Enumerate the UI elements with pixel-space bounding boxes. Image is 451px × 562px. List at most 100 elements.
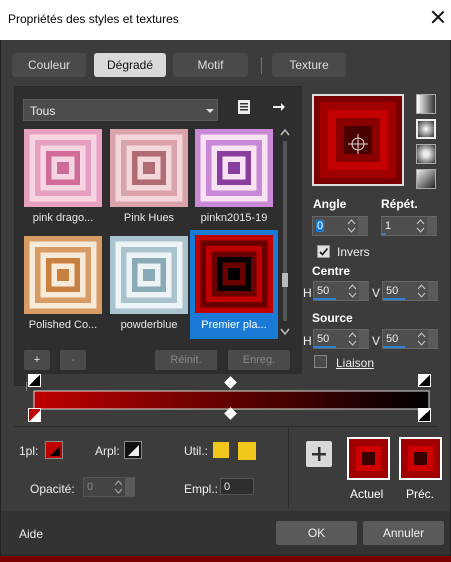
chevron-down-icon[interactable] — [125, 478, 135, 496]
gradient-preview — [24, 236, 102, 314]
gradient-item-pinkn2015[interactable]: pinkn2015-19 — [194, 127, 274, 230]
color-stop-right[interactable] — [418, 408, 431, 422]
repeat-label: Répét. — [381, 197, 418, 211]
repeat-level-bar — [382, 233, 386, 235]
gradient-item-premier-plan[interactable]: Premier pla... — [190, 230, 278, 339]
help-link[interactable]: Aide — [19, 527, 43, 541]
bg-stop-swatch[interactable] — [124, 441, 142, 459]
cancel-button[interactable]: Annuler — [363, 521, 444, 545]
repeat-spinner-icon[interactable] — [416, 218, 425, 234]
location-label: Empl.: — [184, 482, 219, 496]
link-label: Liaison — [336, 356, 375, 370]
radial-style-icon[interactable] — [416, 144, 436, 164]
save-gradient-button[interactable]: Enreg. — [228, 350, 290, 370]
source-v-label: V — [372, 334, 381, 348]
linear-style-icon[interactable] — [416, 94, 436, 114]
reset-button[interactable]: Réinit. — [155, 350, 217, 370]
source-v-field[interactable]: 50 — [382, 329, 438, 349]
tab-degrade[interactable]: Dégradé — [94, 53, 166, 77]
repeat-field[interactable]: 1 — [381, 216, 437, 236]
gradient-item-pink-hues[interactable]: Pink Hues — [109, 127, 189, 230]
remove-gradient-button[interactable]: - — [60, 350, 86, 370]
source-h-label: H — [303, 334, 312, 348]
category-dropdown[interactable]: Tous — [23, 99, 218, 121]
opacity-spinner-icon[interactable] — [114, 479, 123, 495]
gradient-label: Premier pla... — [201, 319, 267, 331]
source-v-level-bar — [383, 346, 405, 348]
chevron-down-icon[interactable] — [427, 217, 437, 235]
center-v-spinner-icon[interactable] — [417, 283, 426, 299]
chevron-down-icon[interactable] — [428, 330, 438, 348]
divider — [14, 426, 438, 427]
center-h-label: H — [303, 286, 312, 300]
chevron-down-icon[interactable] — [358, 217, 368, 235]
center-h-spinner-icon[interactable] — [348, 283, 357, 299]
fg-stop-label: 1pl: — [19, 444, 39, 458]
gradient-preview — [195, 129, 273, 207]
chevron-down-icon[interactable] — [428, 282, 438, 300]
opacity-value: 0 — [87, 481, 94, 493]
fg-stop-swatch[interactable] — [45, 441, 63, 459]
user-color-swatch-2[interactable] — [238, 442, 256, 460]
gradient-item-pink-dragon[interactable]: pink drago... — [23, 127, 103, 230]
opacity-stop-left[interactable] — [28, 374, 41, 387]
gradient-preview-large[interactable] — [312, 94, 404, 186]
center-v-value: 50 — [386, 285, 399, 297]
rectangular-style-icon[interactable] — [416, 119, 436, 139]
tab-couleur[interactable]: Couleur — [12, 53, 86, 77]
window-title: Propriétés des styles et textures — [8, 12, 179, 26]
chevron-down-icon[interactable] — [359, 282, 369, 300]
angle-field[interactable]: 0 — [312, 216, 368, 236]
center-h-level-bar — [314, 298, 336, 300]
title-bar: Propriétés des styles et textures — [0, 0, 451, 40]
color-stop-left[interactable] — [28, 408, 41, 422]
source-h-spinner-icon[interactable] — [348, 331, 357, 347]
previous-swatch[interactable] — [399, 437, 442, 480]
invert-checkbox[interactable] — [317, 245, 330, 258]
source-v-spinner-icon[interactable] — [417, 331, 426, 347]
source-h-field[interactable]: 50 — [313, 329, 369, 349]
center-label: Centre — [312, 264, 351, 278]
thumbnail-scrollbar[interactable] — [279, 127, 291, 337]
sunburst-style-icon[interactable] — [416, 169, 436, 189]
tab-texture[interactable]: Texture — [272, 53, 346, 77]
source-label: Source — [312, 311, 353, 325]
gradient-label: pinkn2015-19 — [200, 212, 268, 224]
gradient-preview — [24, 129, 102, 207]
user-color-label: Util.: — [184, 444, 208, 458]
bg-stop-label: Arpl: — [95, 444, 120, 458]
arrow-right-icon[interactable] — [272, 100, 286, 114]
gradient-label: Pink Hues — [123, 212, 175, 224]
invert-label: Invers — [337, 245, 370, 259]
gradient-thumbnail-grid: pink drago... Pink Hues pinkn2015-19 Pol… — [23, 127, 278, 339]
opacity-stop-right[interactable] — [418, 374, 431, 387]
repeat-value: 1 — [385, 220, 392, 232]
close-icon[interactable] — [430, 9, 446, 25]
link-checkbox[interactable] — [314, 355, 327, 368]
gradient-label: Polished Co... — [28, 319, 98, 331]
tab-motif[interactable]: Motif — [173, 53, 248, 77]
gradient-item-polished-copper[interactable]: Polished Co... — [23, 234, 103, 337]
ok-button[interactable]: OK — [276, 521, 357, 545]
gradient-label: pink drago... — [32, 212, 94, 224]
add-gradient-button[interactable]: + — [24, 350, 50, 370]
previous-label: Préc. — [406, 487, 435, 501]
angle-label: Angle — [313, 197, 347, 211]
user-color-swatch[interactable] — [213, 442, 229, 458]
location-field[interactable]: 0 — [220, 478, 254, 495]
center-h-field[interactable]: 50 — [313, 281, 369, 301]
center-v-label: V — [372, 286, 381, 300]
gradient-preview — [110, 236, 188, 314]
opacity-label: Opacité: — [30, 482, 75, 496]
current-swatch[interactable] — [347, 437, 390, 480]
opacity-field[interactable]: 0 — [83, 477, 135, 497]
chevron-down-icon[interactable] — [359, 330, 369, 348]
list-view-icon[interactable] — [237, 99, 251, 115]
center-v-level-bar — [383, 298, 405, 300]
gradient-item-powderblue[interactable]: powderblue — [109, 234, 189, 337]
center-v-field[interactable]: 50 — [382, 281, 438, 301]
source-h-level-bar — [314, 346, 336, 348]
angle-spinner-icon[interactable] — [347, 218, 356, 234]
add-swatch-button[interactable] — [306, 441, 332, 467]
gradient-preview — [195, 235, 273, 313]
